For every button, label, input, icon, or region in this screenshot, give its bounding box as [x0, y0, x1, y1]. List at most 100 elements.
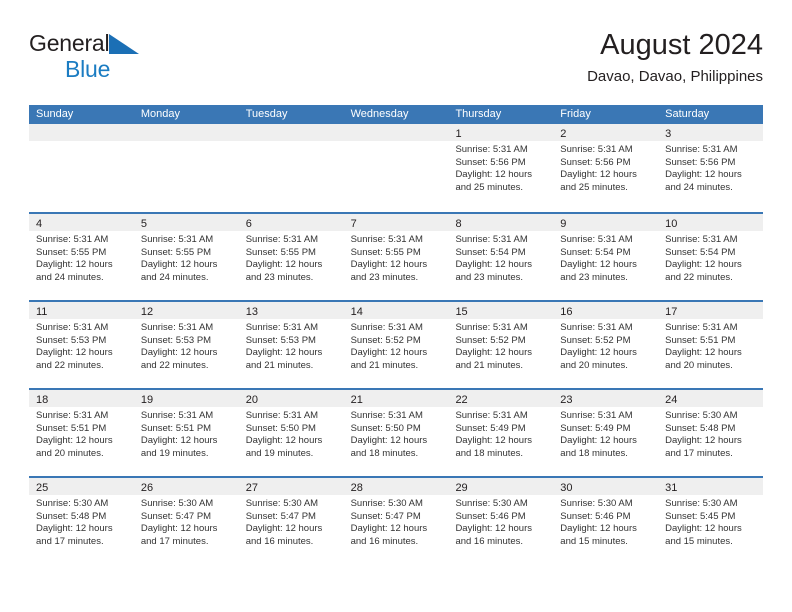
- day-number-band: 27: [238, 478, 344, 495]
- daylight-text-line2: and 20 minutes.: [560, 359, 628, 371]
- sunset-text: Sunset: 5:52 PM: [560, 334, 631, 346]
- day-number-band: 17: [658, 302, 764, 319]
- daylight-text-line2: and 22 minutes.: [140, 359, 209, 371]
- day-number: 26: [140, 482, 154, 494]
- day-cell-body: Sunrise: 5:30 AM Sunset: 5:45 PM Daylight:…: [658, 495, 763, 548]
- sunset-text: Sunset: 5:54 PM: [665, 246, 736, 258]
- day-cell[interactable]: 21 Sunrise: 5:31 AM Sunset: 5:50 PM Dayligh…: [343, 390, 449, 476]
- day-number: 24: [665, 394, 678, 406]
- sunrise-text: Sunrise: 5:31 AM: [245, 410, 319, 421]
- daylight-text-line1: Daylight: 12 hours: [560, 169, 637, 181]
- title-block: August 2024 Davao, Davao, Philippines: [587, 28, 763, 88]
- sunset-text: Sunset: 5:55 PM: [245, 246, 316, 258]
- sunrise-text: Sunrise: 5:31 AM: [455, 234, 528, 245]
- sunset-text: Sunset: 5:51 PM: [36, 422, 107, 434]
- day-cell[interactable]: 31 Sunrise: 5:30 AM Sunset: 5:45 PM Dayligh…: [658, 478, 764, 564]
- day-cell-body: Sunrise: 5:31 AM Sunset: 5:52 PM Daylight:…: [553, 319, 658, 372]
- day-number: 15: [455, 306, 468, 318]
- day-number-band: 21: [343, 390, 449, 407]
- day-cell-body: Sunrise: 5:30 AM Sunset: 5:47 PM Daylight:…: [239, 495, 344, 548]
- day-number: 6: [245, 218, 252, 230]
- day-cell[interactable]: 30 Sunrise: 5:30 AM Sunset: 5:46 PM Dayligh…: [553, 478, 659, 564]
- day-cell-body: Sunrise: 5:31 AM Sunset: 5:56 PM Daylight:…: [658, 141, 763, 194]
- day-cell[interactable]: 27 Sunrise: 5:30 AM Sunset: 5:47 PM Dayligh…: [238, 478, 344, 564]
- day-cell-empty: [343, 124, 449, 212]
- day-number-band: 5: [133, 214, 239, 231]
- day-cell-body: Sunrise: 5:30 AM Sunset: 5:47 PM Daylight:…: [134, 495, 239, 548]
- day-cell[interactable]: 8 Sunrise: 5:31 AM Sunset: 5:54 PM Daylight…: [448, 214, 554, 300]
- day-number: 4: [36, 218, 43, 230]
- day-number: 1: [455, 128, 462, 140]
- day-number-band: 19: [133, 390, 239, 407]
- daylight-text-line2: and 25 minutes.: [560, 181, 628, 193]
- day-cell[interactable]: 10 Sunrise: 5:31 AM Sunset: 5:54 PM Dayligh…: [658, 214, 764, 300]
- sunrise-text: Sunrise: 5:31 AM: [560, 322, 633, 333]
- daylight-text-line2: and 23 minutes.: [455, 271, 524, 283]
- day-cell[interactable]: 28 Sunrise: 5:30 AM Sunset: 5:47 PM Dayligh…: [343, 478, 449, 564]
- day-number: 19: [140, 394, 154, 406]
- day-cell[interactable]: 7 Sunrise: 5:31 AM Sunset: 5:55 PM Daylight…: [343, 214, 449, 300]
- day-cell[interactable]: 20 Sunrise: 5:31 AM Sunset: 5:50 PM Dayligh…: [238, 390, 344, 476]
- day-cell-body: Sunrise: 5:31 AM Sunset: 5:54 PM Daylight:…: [658, 231, 763, 284]
- sunrise-text: Sunrise: 5:31 AM: [140, 234, 214, 245]
- daylight-text-line2: and 24 minutes.: [140, 271, 209, 283]
- sunrise-text: Sunrise: 5:30 AM: [665, 498, 738, 509]
- day-cell[interactable]: 11 Sunrise: 5:31 AM Sunset: 5:53 PM Dayligh…: [29, 302, 134, 388]
- day-cell[interactable]: 15 Sunrise: 5:31 AM Sunset: 5:52 PM Dayligh…: [448, 302, 554, 388]
- sunset-text: Sunset: 5:48 PM: [36, 510, 107, 522]
- day-cell[interactable]: 3 Sunrise: 5:31 AM Sunset: 5:56 PM Daylight…: [658, 124, 764, 212]
- day-cell[interactable]: 12 Sunrise: 5:31 AM Sunset: 5:53 PM Dayligh…: [133, 302, 239, 388]
- day-cell[interactable]: 9 Sunrise: 5:31 AM Sunset: 5:54 PM Daylight…: [553, 214, 659, 300]
- day-cell[interactable]: 6 Sunrise: 5:31 AM Sunset: 5:55 PM Daylight…: [238, 214, 344, 300]
- day-cell[interactable]: 14 Sunrise: 5:31 AM Sunset: 5:52 PM Dayligh…: [343, 302, 449, 388]
- day-number: 7: [350, 218, 357, 230]
- day-cell[interactable]: 13 Sunrise: 5:31 AM Sunset: 5:53 PM Dayligh…: [238, 302, 344, 388]
- sunset-text: Sunset: 5:53 PM: [36, 334, 107, 346]
- day-cell[interactable]: 23 Sunrise: 5:31 AM Sunset: 5:49 PM Dayligh…: [553, 390, 659, 476]
- day-number: 30: [560, 482, 573, 494]
- day-cell[interactable]: 25 Sunrise: 5:30 AM Sunset: 5:48 PM Dayligh…: [29, 478, 134, 564]
- day-cell[interactable]: 19 Sunrise: 5:31 AM Sunset: 5:51 PM Dayligh…: [133, 390, 239, 476]
- generalblue-logo[interactable]: General Blue: [29, 32, 229, 90]
- day-cell[interactable]: 4 Sunrise: 5:31 AM Sunset: 5:55 PM Daylight…: [29, 214, 134, 300]
- sunset-text: Sunset: 5:53 PM: [245, 334, 316, 346]
- sunrise-text: Sunrise: 5:30 AM: [36, 498, 109, 509]
- daylight-text-line1: Daylight: 12 hours: [665, 523, 742, 535]
- daylight-text-line1: Daylight: 12 hours: [36, 435, 113, 447]
- day-cell[interactable]: 26 Sunrise: 5:30 AM Sunset: 5:47 PM Dayligh…: [133, 478, 239, 564]
- day-number-band: 16: [553, 302, 659, 319]
- daylight-text-line2: and 17 minutes.: [36, 535, 104, 547]
- day-cell-body: Sunrise: 5:30 AM Sunset: 5:46 PM Daylight:…: [553, 495, 658, 548]
- day-cell-body: Sunrise: 5:31 AM Sunset: 5:50 PM Daylight:…: [239, 407, 344, 460]
- sunrise-text: Sunrise: 5:31 AM: [36, 410, 109, 421]
- day-cell[interactable]: 5 Sunrise: 5:31 AM Sunset: 5:55 PM Daylight…: [133, 214, 239, 300]
- day-cell[interactable]: 29 Sunrise: 5:30 AM Sunset: 5:46 PM Dayligh…: [448, 478, 554, 564]
- day-number-band: 18: [29, 390, 134, 407]
- sunset-text: Sunset: 5:56 PM: [665, 156, 736, 168]
- daylight-text-line2: and 24 minutes.: [665, 181, 733, 193]
- sunrise-text: Sunrise: 5:31 AM: [665, 322, 738, 333]
- day-cell-body: Sunrise: 5:30 AM Sunset: 5:48 PM Daylight:…: [658, 407, 763, 460]
- day-cell[interactable]: 18 Sunrise: 5:31 AM Sunset: 5:51 PM Dayligh…: [29, 390, 134, 476]
- day-cell[interactable]: 16 Sunrise: 5:31 AM Sunset: 5:52 PM Dayligh…: [553, 302, 659, 388]
- daylight-text-line1: Daylight: 12 hours: [350, 435, 428, 447]
- daylight-text-line2: and 19 minutes.: [245, 447, 314, 459]
- day-cell[interactable]: 17 Sunrise: 5:31 AM Sunset: 5:51 PM Dayligh…: [658, 302, 764, 388]
- sunset-text: Sunset: 5:53 PM: [140, 334, 212, 346]
- calendar-page: General Blue August 2024 Davao, Davao, P…: [0, 0, 792, 612]
- day-cell[interactable]: 2 Sunrise: 5:31 AM Sunset: 5:56 PM Daylight…: [553, 124, 659, 212]
- day-cell[interactable]: 1 Sunrise: 5:31 AM Sunset: 5:56 PM Daylight…: [448, 124, 554, 212]
- day-cell[interactable]: 22 Sunrise: 5:31 AM Sunset: 5:49 PM Dayligh…: [448, 390, 554, 476]
- day-cell[interactable]: 24 Sunrise: 5:30 AM Sunset: 5:48 PM Dayligh…: [658, 390, 764, 476]
- daylight-text-line2: and 23 minutes.: [560, 271, 628, 283]
- daylight-text-line1: Daylight: 12 hours: [455, 347, 533, 359]
- sunset-text: Sunset: 5:50 PM: [350, 422, 421, 434]
- daylight-text-line2: and 21 minutes.: [350, 359, 419, 371]
- day-cell-body: Sunrise: 5:31 AM Sunset: 5:55 PM Daylight:…: [29, 231, 134, 284]
- daylight-text-line1: Daylight: 12 hours: [245, 435, 323, 447]
- day-cell-empty: [133, 124, 239, 212]
- page-header: General Blue August 2024 Davao, Davao, P…: [29, 28, 763, 98]
- logo-triangle-icon: [109, 34, 140, 58]
- daylight-text-line1: Daylight: 12 hours: [455, 259, 533, 271]
- daylight-text-line1: Daylight: 12 hours: [140, 259, 218, 271]
